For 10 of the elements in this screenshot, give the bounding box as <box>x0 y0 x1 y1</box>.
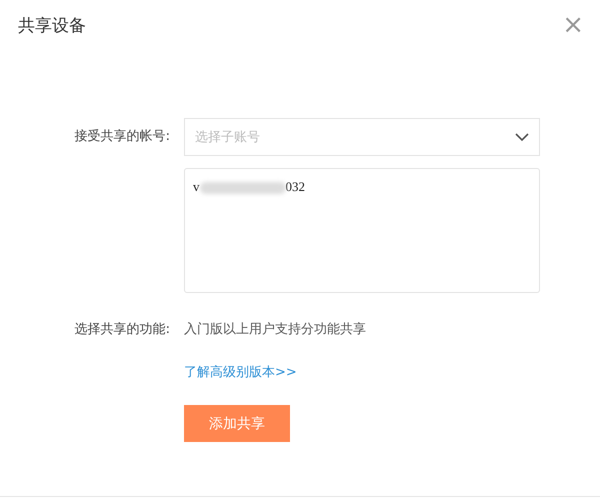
dialog-title: 共享设备 <box>18 14 86 36</box>
field-label: 接受共享的帐号: <box>74 128 170 146</box>
field-label: 选择共享的功能: <box>74 321 170 339</box>
chevron-down-icon <box>515 132 529 142</box>
add-share-button[interactable]: 添加共享 <box>184 405 290 442</box>
account-list-field[interactable]: v 032 <box>184 168 540 293</box>
account-select[interactable]: 选择子账号 <box>184 118 540 156</box>
feature-note: 入门版以上用户支持分功能共享 <box>184 321 367 339</box>
close-button[interactable]: × <box>562 12 584 38</box>
upgrade-link[interactable]: 了解高级别版本>> <box>184 365 297 380</box>
